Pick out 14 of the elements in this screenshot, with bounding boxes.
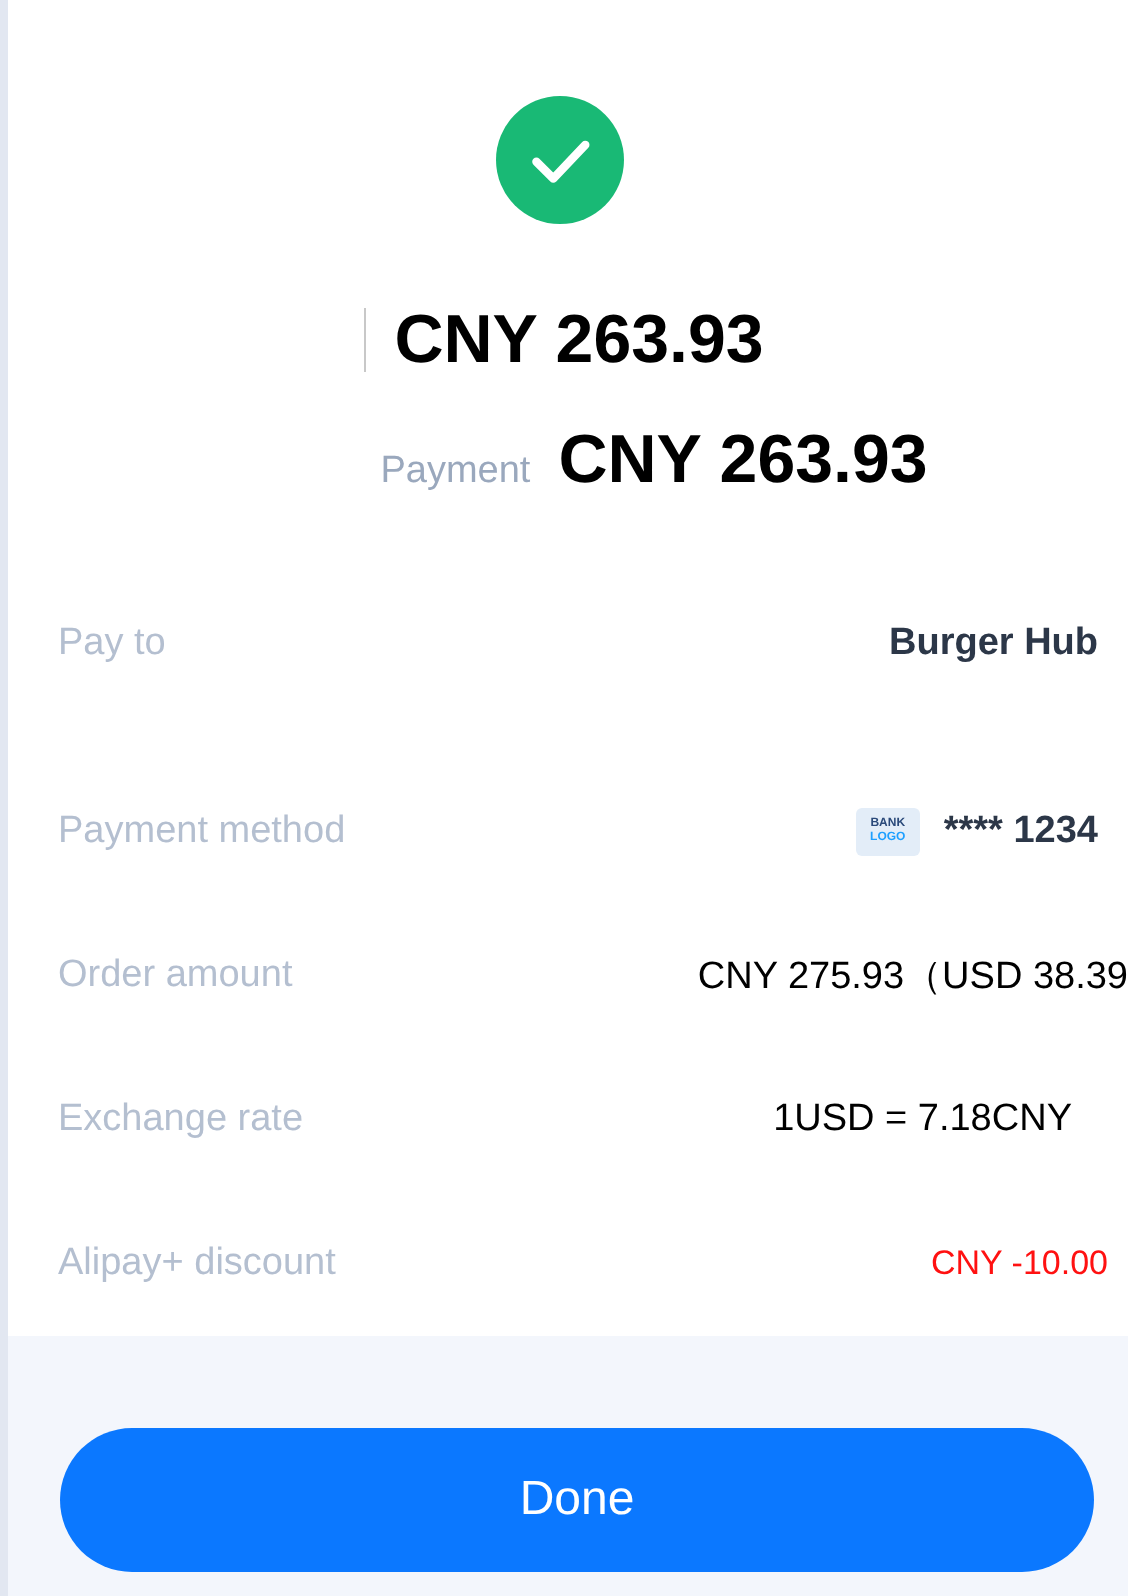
detail-value: Burger Hub [889,622,1100,666]
detail-value: CNY -10.00 [930,1244,1110,1284]
total-amount: CNY 263.93 [394,300,764,380]
detail-label: Exchange rate [58,1098,304,1142]
detail-label: Order amount [58,954,293,998]
payment-amount: CNY 263.93 [558,420,928,500]
detail-value: CNY 275.93（USD 38.39 [697,954,1128,1002]
payment-label: Payment [380,450,531,494]
detail-value: 1USD = 7.18CNY [773,1098,1074,1142]
done-button[interactable]: Done [60,1428,1094,1572]
detail-value: **** 1234 [943,810,1100,854]
detail-label: Pay to [58,622,166,666]
detail-label: Payment method [58,810,346,854]
detail-label: Alipay+ discount [58,1242,336,1286]
